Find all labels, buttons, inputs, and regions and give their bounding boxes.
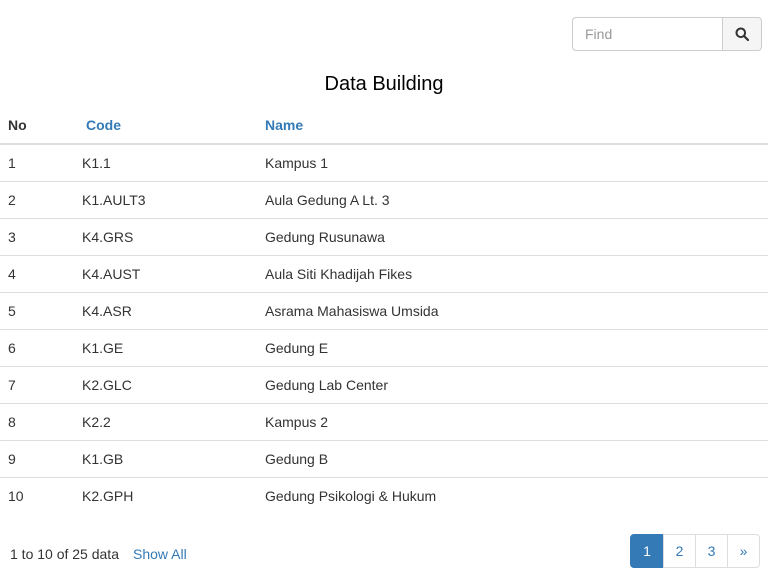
cell-code: K1.AULT3 [47, 181, 265, 219]
cell-name: Asrama Mahasiswa Umsida [265, 292, 768, 330]
cell-name: Kampus 2 [265, 403, 768, 441]
search-icon [735, 27, 749, 41]
column-header-no: No [0, 107, 47, 145]
cell-code: K4.AUST [47, 255, 265, 293]
cell-code: K2.2 [47, 403, 265, 441]
search-button[interactable] [722, 17, 762, 51]
pagination: 1 2 3» [630, 534, 760, 568]
cell-no: 7 [0, 366, 47, 404]
cell-no: 4 [0, 255, 47, 293]
cell-code: K1.GB [47, 440, 265, 478]
cell-name: Gedung B [265, 440, 768, 478]
table-row[interactable]: 3 K4.GRS Gedung Rusunawa [0, 218, 768, 256]
cell-no: 9 [0, 440, 47, 478]
column-header-code-label[interactable]: Code [86, 117, 121, 133]
cell-code: K4.GRS [47, 218, 265, 256]
cell-code: K2.GPH [82, 488, 134, 504]
column-header-code[interactable]: Code [47, 107, 265, 145]
data-table: No Code Name 1 K1.1 Kampus 1 2 K1.AULT3 Aula … [0, 107, 768, 514]
pagination-info: 1 to 10 of 25 data [10, 546, 119, 562]
cell-code: K2.GLC [47, 366, 265, 404]
column-header-name-label[interactable]: Name [265, 117, 303, 133]
cell-no: 2 [0, 181, 47, 219]
table-row[interactable]: 9 K1.GB Gedung B [0, 440, 768, 478]
cell-name: Gedung Rusunawa [265, 218, 768, 256]
table-row[interactable]: 4 K4.AUST Aula Siti Khadijah Fikes [0, 255, 768, 293]
cell-no: 6 [0, 329, 47, 367]
table-row[interactable]: 6 K1.GE Gedung E [0, 329, 768, 367]
table-row[interactable]: 7 K2.GLC Gedung Lab Center [0, 366, 768, 404]
table-header-row: No Code Name [0, 107, 768, 145]
table-row[interactable]: 5 K4.ASR Asrama Mahasiswa Umsida [0, 292, 768, 330]
table-row[interactable]: 1 K1.1 Kampus 1 [0, 144, 768, 182]
cell-name: Gedung Psikologi & Hukum [265, 488, 437, 504]
cell-name: Gedung E [265, 329, 768, 367]
cell-name: Gedung Lab Center [265, 366, 768, 404]
cell-no: 8 [0, 403, 47, 441]
page-button-3[interactable]: 3 [695, 534, 728, 568]
cell-no: 10 [8, 488, 24, 504]
cell-no: 1 [0, 144, 47, 182]
cell-no: 5 [0, 292, 47, 330]
page-title: Data Building [324, 73, 444, 95]
show-all-link[interactable]: Show All [133, 546, 187, 562]
page-button-2[interactable]: 2 [663, 534, 696, 568]
table-row[interactable]: 8 K2.2 Kampus 2 [0, 403, 768, 441]
search-input[interactable] [572, 17, 722, 51]
table-row[interactable]: 10 K2.GPH Gedung Psikologi & Hukum [0, 478, 768, 515]
cell-code: K1.1 [47, 144, 265, 182]
cell-code: K1.GE [47, 329, 265, 367]
cell-code: K4.ASR [47, 292, 265, 330]
table-row[interactable]: 2 K1.AULT3 Aula Gedung A Lt. 3 [0, 181, 768, 219]
next-page-button[interactable]: » [727, 534, 760, 568]
page-button-1[interactable]: 1 [630, 534, 664, 568]
footer-info: 1 to 10 of 25 data Show All [10, 545, 187, 563]
column-header-name[interactable]: Name [265, 107, 768, 145]
table-body: 1 K1.1 Kampus 1 2 K1.AULT3 Aula Gedung A Lt. … [0, 144, 768, 514]
search-group [572, 17, 762, 51]
cell-name: Aula Gedung A Lt. 3 [265, 181, 768, 219]
cell-no: 3 [0, 218, 47, 256]
cell-name: Kampus 1 [265, 144, 768, 182]
cell-name: Aula Siti Khadijah Fikes [265, 255, 768, 293]
